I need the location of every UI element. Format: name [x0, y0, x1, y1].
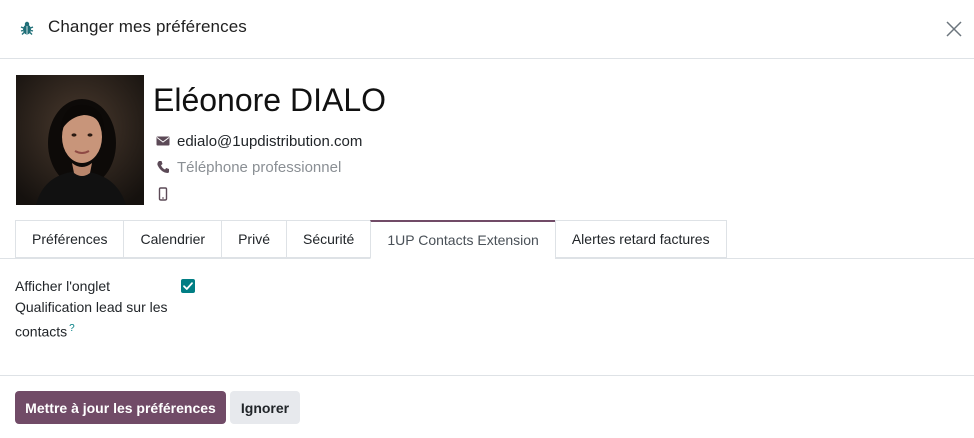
footer-divider	[0, 375, 974, 376]
tab-bar: Préférences Calendrier Privé Sécurité 1U…	[15, 220, 727, 259]
email-value: edialo@1updistribution.com	[177, 132, 363, 150]
tab-invoice-late-alerts[interactable]: Alertes retard factures	[554, 220, 727, 258]
qualification-lead-label-text: Afficher l'onglet Qualification lead sur…	[15, 278, 168, 340]
avatar-image	[16, 75, 144, 205]
tab-1up-contacts-extension[interactable]: 1UP Contacts Extension	[370, 220, 555, 259]
dialog-header: Changer mes préférences	[0, 0, 974, 59]
phone-placeholder: Téléphone professionnel	[177, 158, 342, 176]
bug-icon	[20, 21, 34, 35]
qualification-lead-checkbox[interactable]	[181, 279, 195, 293]
phone-field[interactable]: Téléphone professionnel	[156, 156, 341, 178]
tab-private[interactable]: Privé	[221, 220, 286, 258]
user-name[interactable]: Eléonore DIALO	[153, 81, 386, 119]
qualification-lead-label: Afficher l'onglet Qualification lead sur…	[15, 276, 175, 343]
avatar[interactable]	[16, 75, 144, 205]
mobile-icon	[158, 187, 168, 201]
update-preferences-button[interactable]: Mettre à jour les préférences	[15, 391, 226, 424]
tab-security[interactable]: Sécurité	[285, 220, 371, 258]
checkmark-icon	[183, 282, 193, 290]
close-icon[interactable]	[944, 19, 964, 39]
mobile-field[interactable]	[156, 183, 177, 205]
phone-icon	[157, 161, 169, 173]
tab-preferences[interactable]: Préférences	[15, 220, 124, 258]
help-tooltip-icon[interactable]: ?	[69, 323, 75, 334]
tab-calendar[interactable]: Calendrier	[123, 220, 222, 258]
envelope-icon	[156, 136, 170, 146]
dialog-title: Changer mes préférences	[48, 17, 247, 36]
email-field[interactable]: edialo@1updistribution.com	[156, 130, 362, 152]
ignore-button[interactable]: Ignorer	[230, 391, 300, 424]
